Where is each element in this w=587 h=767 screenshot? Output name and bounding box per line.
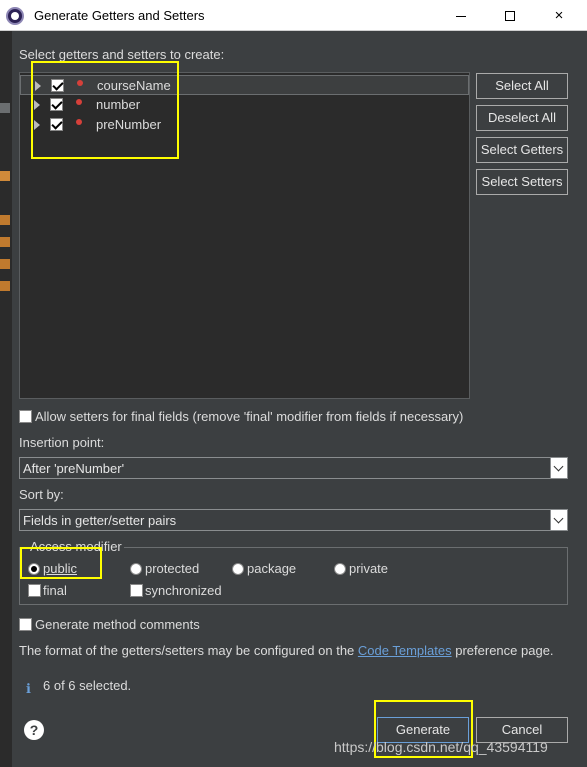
title-bar: Generate Getters and Setters × (0, 0, 587, 31)
code-templates-link[interactable]: Code Templates (358, 643, 452, 658)
background-glyph (0, 259, 10, 269)
expand-arrow-icon[interactable] (34, 100, 40, 110)
templates-note: The format of the getters/setters may be… (19, 643, 554, 658)
synchronized-checkbox[interactable] (130, 584, 143, 597)
field-checkbox[interactable] (50, 98, 63, 111)
private-field-icon (77, 80, 83, 86)
background-glyph (0, 103, 10, 113)
select-setters-button[interactable]: Select Setters (476, 169, 568, 195)
maximize-icon (505, 11, 515, 22)
field-name: preNumber (96, 117, 162, 132)
minimize-button[interactable] (438, 0, 484, 31)
protected-radio[interactable] (130, 563, 142, 575)
selection-status: 6 of 6 selected. (43, 678, 132, 693)
close-button[interactable]: × (536, 0, 582, 31)
insertion-point-label: Insertion point: (19, 435, 105, 450)
final-label: final (43, 583, 67, 598)
access-modifier-group (19, 547, 568, 605)
watermark: https://blog.csdn.net/qq_43594119 (334, 739, 548, 755)
help-icon[interactable]: ? (24, 720, 44, 740)
final-checkbox[interactable] (28, 584, 41, 597)
background-editor-strip (0, 31, 12, 767)
expand-arrow-icon[interactable] (35, 81, 41, 91)
background-glyph (0, 237, 10, 247)
package-label: package (247, 561, 297, 576)
expand-arrow-icon[interactable] (34, 120, 40, 130)
info-icon: ℹ (26, 681, 31, 696)
select-getters-button[interactable]: Select Getters (476, 137, 568, 163)
chevron-down-icon[interactable] (550, 458, 567, 478)
sort-by-value: Fields in getter/setter pairs (23, 513, 177, 528)
field-name: courseName (97, 78, 171, 93)
field-checkbox[interactable] (51, 79, 64, 92)
minimize-icon (456, 15, 466, 17)
tree-row-preNumber[interactable]: preNumber (20, 115, 469, 135)
private-radio[interactable] (334, 563, 346, 575)
allow-setters-label: Allow setters for final fields (remove '… (35, 409, 464, 424)
tree-row-courseName[interactable]: courseName (20, 75, 469, 95)
select-all-button[interactable]: Select All (476, 73, 568, 99)
background-glyph (0, 281, 10, 291)
sort-by-label: Sort by: (19, 487, 64, 502)
window-title: Generate Getters and Setters (34, 8, 205, 23)
sort-by-dropdown[interactable]: Fields in getter/setter pairs (19, 509, 568, 531)
allow-setters-checkbox[interactable] (19, 410, 32, 423)
public-label: public (43, 561, 77, 576)
protected-label: protected (145, 561, 200, 576)
private-field-icon (76, 119, 82, 125)
tree-row-number[interactable]: number (20, 95, 469, 115)
templates-note-suffix: preference page. (451, 643, 554, 658)
eclipse-app-icon (6, 7, 24, 25)
field-name: number (96, 97, 141, 112)
background-glyph (0, 171, 10, 181)
access-modifier-title: Access modifier (28, 539, 124, 554)
private-label: private (349, 561, 389, 576)
maximize-button[interactable] (487, 0, 533, 31)
public-radio[interactable] (28, 563, 40, 575)
field-checkbox[interactable] (50, 118, 63, 131)
chevron-down-icon[interactable] (550, 510, 567, 530)
insertion-point-value: After 'preNumber' (23, 461, 125, 476)
package-radio[interactable] (232, 563, 244, 575)
templates-note-prefix: The format of the getters/setters may be… (19, 643, 358, 658)
generate-comments-checkbox[interactable] (19, 618, 32, 631)
insertion-point-dropdown[interactable]: After 'preNumber' (19, 457, 568, 479)
close-icon: × (554, 7, 564, 24)
synchronized-label: synchronized (145, 583, 222, 598)
generate-comments-label: Generate method comments (35, 617, 200, 632)
background-glyph (0, 215, 10, 225)
select-prompt: Select getters and setters to create: (19, 47, 225, 62)
deselect-all-button[interactable]: Deselect All (476, 105, 568, 131)
field-tree[interactable]: courseName number preNumber (19, 72, 470, 399)
private-field-icon (76, 99, 82, 105)
